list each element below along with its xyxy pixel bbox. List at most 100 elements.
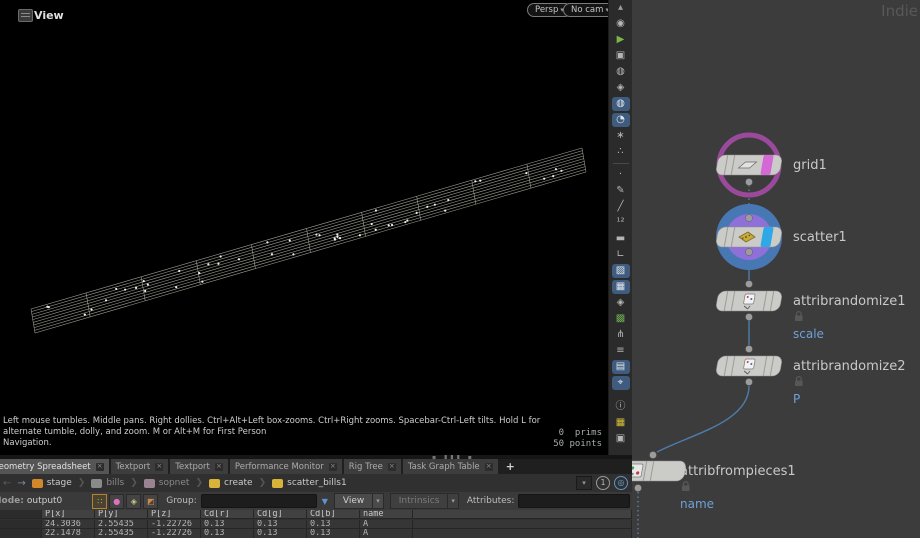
point-numbers-icon[interactable]: ¹² <box>612 216 630 230</box>
output-connector[interactable] <box>746 179 753 186</box>
column-header[interactable]: Cd[b] <box>307 510 360 519</box>
tab-task-graph-table[interactable]: Task Graph Table× <box>403 459 498 474</box>
input-connector[interactable] <box>746 215 753 222</box>
view-mode-dropdown[interactable]: View ▾ <box>334 493 384 509</box>
headlight-icon[interactable]: ◍ <box>612 97 630 111</box>
point-marker-icon[interactable]: · <box>612 168 630 182</box>
lock-icon[interactable]: ▣ <box>612 49 630 63</box>
breadcrumb-item-create[interactable]: create <box>209 478 253 488</box>
node-wire[interactable] <box>657 386 749 452</box>
points-display-icon[interactable]: ◈ <box>612 296 630 310</box>
select-tool-icon[interactable]: ▶ <box>612 33 630 47</box>
intrinsics-dropdown[interactable]: Intrinsics ▾ <box>390 493 459 509</box>
node-body[interactable] <box>632 461 687 481</box>
tab-performance-monitor[interactable]: Performance Monitor× <box>230 459 342 474</box>
node-grid1[interactable]: grid1 <box>715 135 826 195</box>
points-filter-button[interactable]: ∷ <box>92 494 107 509</box>
prims-filter-button[interactable]: ● <box>109 494 124 509</box>
brush-icon[interactable]: ▬ <box>612 232 630 246</box>
grab-tool-icon[interactable]: ∴ <box>612 145 630 159</box>
tab-textport[interactable]: Textport× <box>170 459 228 474</box>
output-connector[interactable] <box>746 379 753 386</box>
view-pivot-icon[interactable]: ◔ <box>612 113 630 127</box>
grid-layout-icon[interactable]: ▦ <box>612 416 630 430</box>
input-connector[interactable] <box>746 346 753 353</box>
scroll-up-icon[interactable]: ▴ <box>612 1 630 15</box>
node-graph[interactable]: grid1scatter1attribrandomize1scaleattrib… <box>632 0 920 538</box>
checker-background-icon[interactable]: ▦ <box>612 280 630 294</box>
column-header[interactable]: Cd[g] <box>254 510 307 519</box>
tab-rig-tree[interactable]: Rig Tree× <box>344 459 401 474</box>
nav-back-button[interactable]: ← <box>3 478 11 489</box>
pen-icon[interactable]: ✎ <box>612 184 630 198</box>
view-menu-icon[interactable]: ≡ <box>612 344 630 358</box>
node-attribrandomize1[interactable]: attribrandomize1scale <box>715 281 905 342</box>
output-connector[interactable] <box>746 249 753 256</box>
image-view-icon[interactable]: ▣ <box>612 432 630 446</box>
pose-tool-icon[interactable]: ◈ <box>612 81 630 95</box>
column-header[interactable]: P[z] <box>148 510 201 519</box>
group-filter-icon[interactable]: ▼ <box>322 497 328 506</box>
ruler-icon[interactable]: ∟ <box>612 248 630 262</box>
hands-tool-icon[interactable]: ∗ <box>612 129 630 143</box>
tab-close-icon[interactable]: × <box>215 463 223 471</box>
location-pin-icon[interactable]: ⌖ <box>612 376 630 390</box>
network-editor[interactable]: grid1scatter1attribrandomize1scaleattrib… <box>632 0 920 538</box>
show-handles-icon[interactable]: ◍ <box>612 65 630 79</box>
info-icon[interactable]: ⓘ <box>612 400 630 414</box>
table-row[interactable]: 22.14782.55435-1.227260.130.130.13A <box>0 529 632 538</box>
axis-display-icon[interactable]: ⋔ <box>612 328 630 342</box>
tab-close-icon[interactable]: × <box>388 463 396 471</box>
tab-close-icon[interactable]: × <box>96 463 104 471</box>
breadcrumb-item-stage[interactable]: stage <box>32 478 72 488</box>
wireframe-grid[interactable] <box>0 20 608 440</box>
attributes-input[interactable] <box>518 494 630 508</box>
new-tab-button[interactable]: + <box>500 459 521 474</box>
view-tool-icon[interactable]: ◉ <box>612 17 630 31</box>
shaded-view-icon[interactable]: ▨ <box>612 264 630 278</box>
pin-pane-button[interactable]: 1 <box>596 476 610 490</box>
breadcrumb-item-bills[interactable]: bills <box>91 478 124 488</box>
input-connector[interactable] <box>746 281 753 288</box>
camera-select-button[interactable]: No cam▾ <box>563 3 608 17</box>
node-body[interactable] <box>715 227 783 247</box>
tab-close-icon[interactable]: × <box>155 463 163 471</box>
node-body[interactable] <box>715 155 783 175</box>
table-row[interactable]: 24.30362.55435-1.227260.130.130.13A <box>0 520 632 530</box>
column-header[interactable]: name <box>360 510 413 519</box>
lock-icon <box>682 482 690 491</box>
node-attribfrompieces1[interactable]: attribfrompieces1name <box>632 452 796 512</box>
breadcrumb-item-sopnet[interactable]: sopnet <box>144 478 190 488</box>
table-cell: 2.55435 <box>95 529 148 538</box>
vertices-filter-button[interactable]: ◈ <box>126 494 141 509</box>
tab-textport[interactable]: Textport× <box>111 459 169 474</box>
node-attribrandomize2[interactable]: attribrandomize2P <box>715 346 905 407</box>
tab-close-icon[interactable]: × <box>329 463 337 471</box>
output-connector[interactable] <box>635 485 642 492</box>
path-dropdown-button[interactable]: ▾ <box>576 476 592 490</box>
breadcrumb-item-scatter_bills1[interactable]: scatter_bills1 <box>272 478 347 488</box>
scene-viewport[interactable]: View Persp▾ No cam▾ Left mouse tumbles. … <box>0 0 608 455</box>
attribute-table[interactable]: P[x]P[y]P[z]Cd[r]Cd[g]Cd[b]name24.30362.… <box>0 510 632 538</box>
link-target-icon[interactable]: ◎ <box>614 476 628 490</box>
output-connector[interactable] <box>746 314 753 321</box>
column-header[interactable]: Cd[r] <box>201 510 254 519</box>
detail-filter-button[interactable]: ◩ <box>143 494 158 509</box>
nav-forward-button[interactable]: → <box>17 478 25 489</box>
bbox-display-icon[interactable]: ▩ <box>612 312 630 326</box>
scatter-point <box>391 224 393 226</box>
input-connector[interactable] <box>650 452 657 459</box>
needle-icon[interactable]: ╱ <box>612 200 630 214</box>
column-header[interactable]: P[y] <box>95 510 148 519</box>
scatter-point <box>105 299 107 301</box>
scatter-point <box>426 206 428 208</box>
column-header[interactable]: P[x] <box>42 510 95 519</box>
tab-close-icon[interactable]: × <box>485 463 493 471</box>
node-body[interactable] <box>715 291 783 311</box>
group-input[interactable] <box>201 494 317 508</box>
snapshot-view-icon[interactable]: ▤ <box>612 360 630 374</box>
scatter-point <box>404 221 406 223</box>
node-body[interactable] <box>715 356 783 376</box>
node-scatter1[interactable]: scatter1 <box>715 204 846 270</box>
tab-geometry-spreadsheet[interactable]: Geometry Spreadsheet× <box>0 459 109 474</box>
